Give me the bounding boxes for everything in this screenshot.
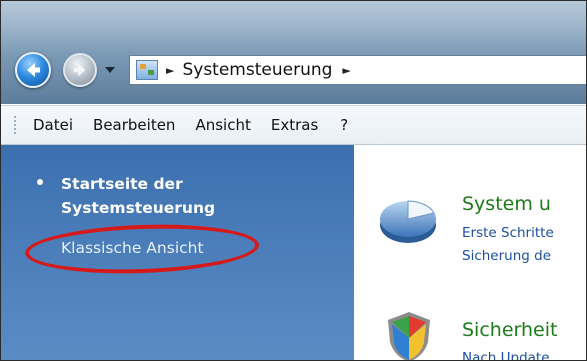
menu-grip xyxy=(13,115,17,135)
menu-bar: Datei Bearbeiten Ansicht Extras ? xyxy=(1,105,586,145)
category-system-title[interactable]: System u xyxy=(462,193,551,215)
arrow-right-icon xyxy=(73,63,86,77)
security-shield-icon xyxy=(388,312,430,360)
menu-help[interactable]: ? xyxy=(340,116,348,134)
category-security-title[interactable]: Sicherheit xyxy=(462,319,557,341)
window: ► Systemsteuerung ► Datei Bearbeiten Ans… xyxy=(0,0,587,361)
menu-extras[interactable]: Extras xyxy=(271,116,318,134)
breadcrumb-separator[interactable]: ► xyxy=(166,64,174,77)
address-bar[interactable]: ► Systemsteuerung ► xyxy=(129,55,586,85)
breadcrumb-systemsteuerung[interactable]: Systemsteuerung xyxy=(182,60,332,80)
link-home-line1: Startseite der xyxy=(61,175,183,193)
menu-ansicht[interactable]: Ansicht xyxy=(195,116,250,134)
chevron-down-icon xyxy=(105,67,115,73)
back-button[interactable] xyxy=(15,52,51,88)
forward-button[interactable] xyxy=(63,53,97,87)
system-pie-icon xyxy=(380,200,436,243)
title-bar: ► Systemsteuerung ► xyxy=(1,1,586,104)
breadcrumb-separator-2[interactable]: ► xyxy=(342,64,350,77)
link-control-panel-home[interactable]: Startseite der Systemsteuerung xyxy=(61,172,311,220)
menu-bearbeiten[interactable]: Bearbeiten xyxy=(93,116,175,134)
arrow-left-icon xyxy=(27,63,40,77)
menu-datei[interactable]: Datei xyxy=(33,116,73,134)
category-security-link-1[interactable]: Nach Update xyxy=(462,350,550,360)
control-panel-icon xyxy=(136,60,158,80)
category-system-link-2[interactable]: Sicherung de xyxy=(462,248,551,264)
category-pane: System u Erste Schritte Sicherung de Sic… xyxy=(354,145,586,360)
category-system-link-1[interactable]: Erste Schritte xyxy=(462,225,554,241)
bullet xyxy=(37,179,43,185)
link-home-line2: Systemsteuerung xyxy=(61,199,216,217)
history-dropdown[interactable] xyxy=(103,61,117,79)
